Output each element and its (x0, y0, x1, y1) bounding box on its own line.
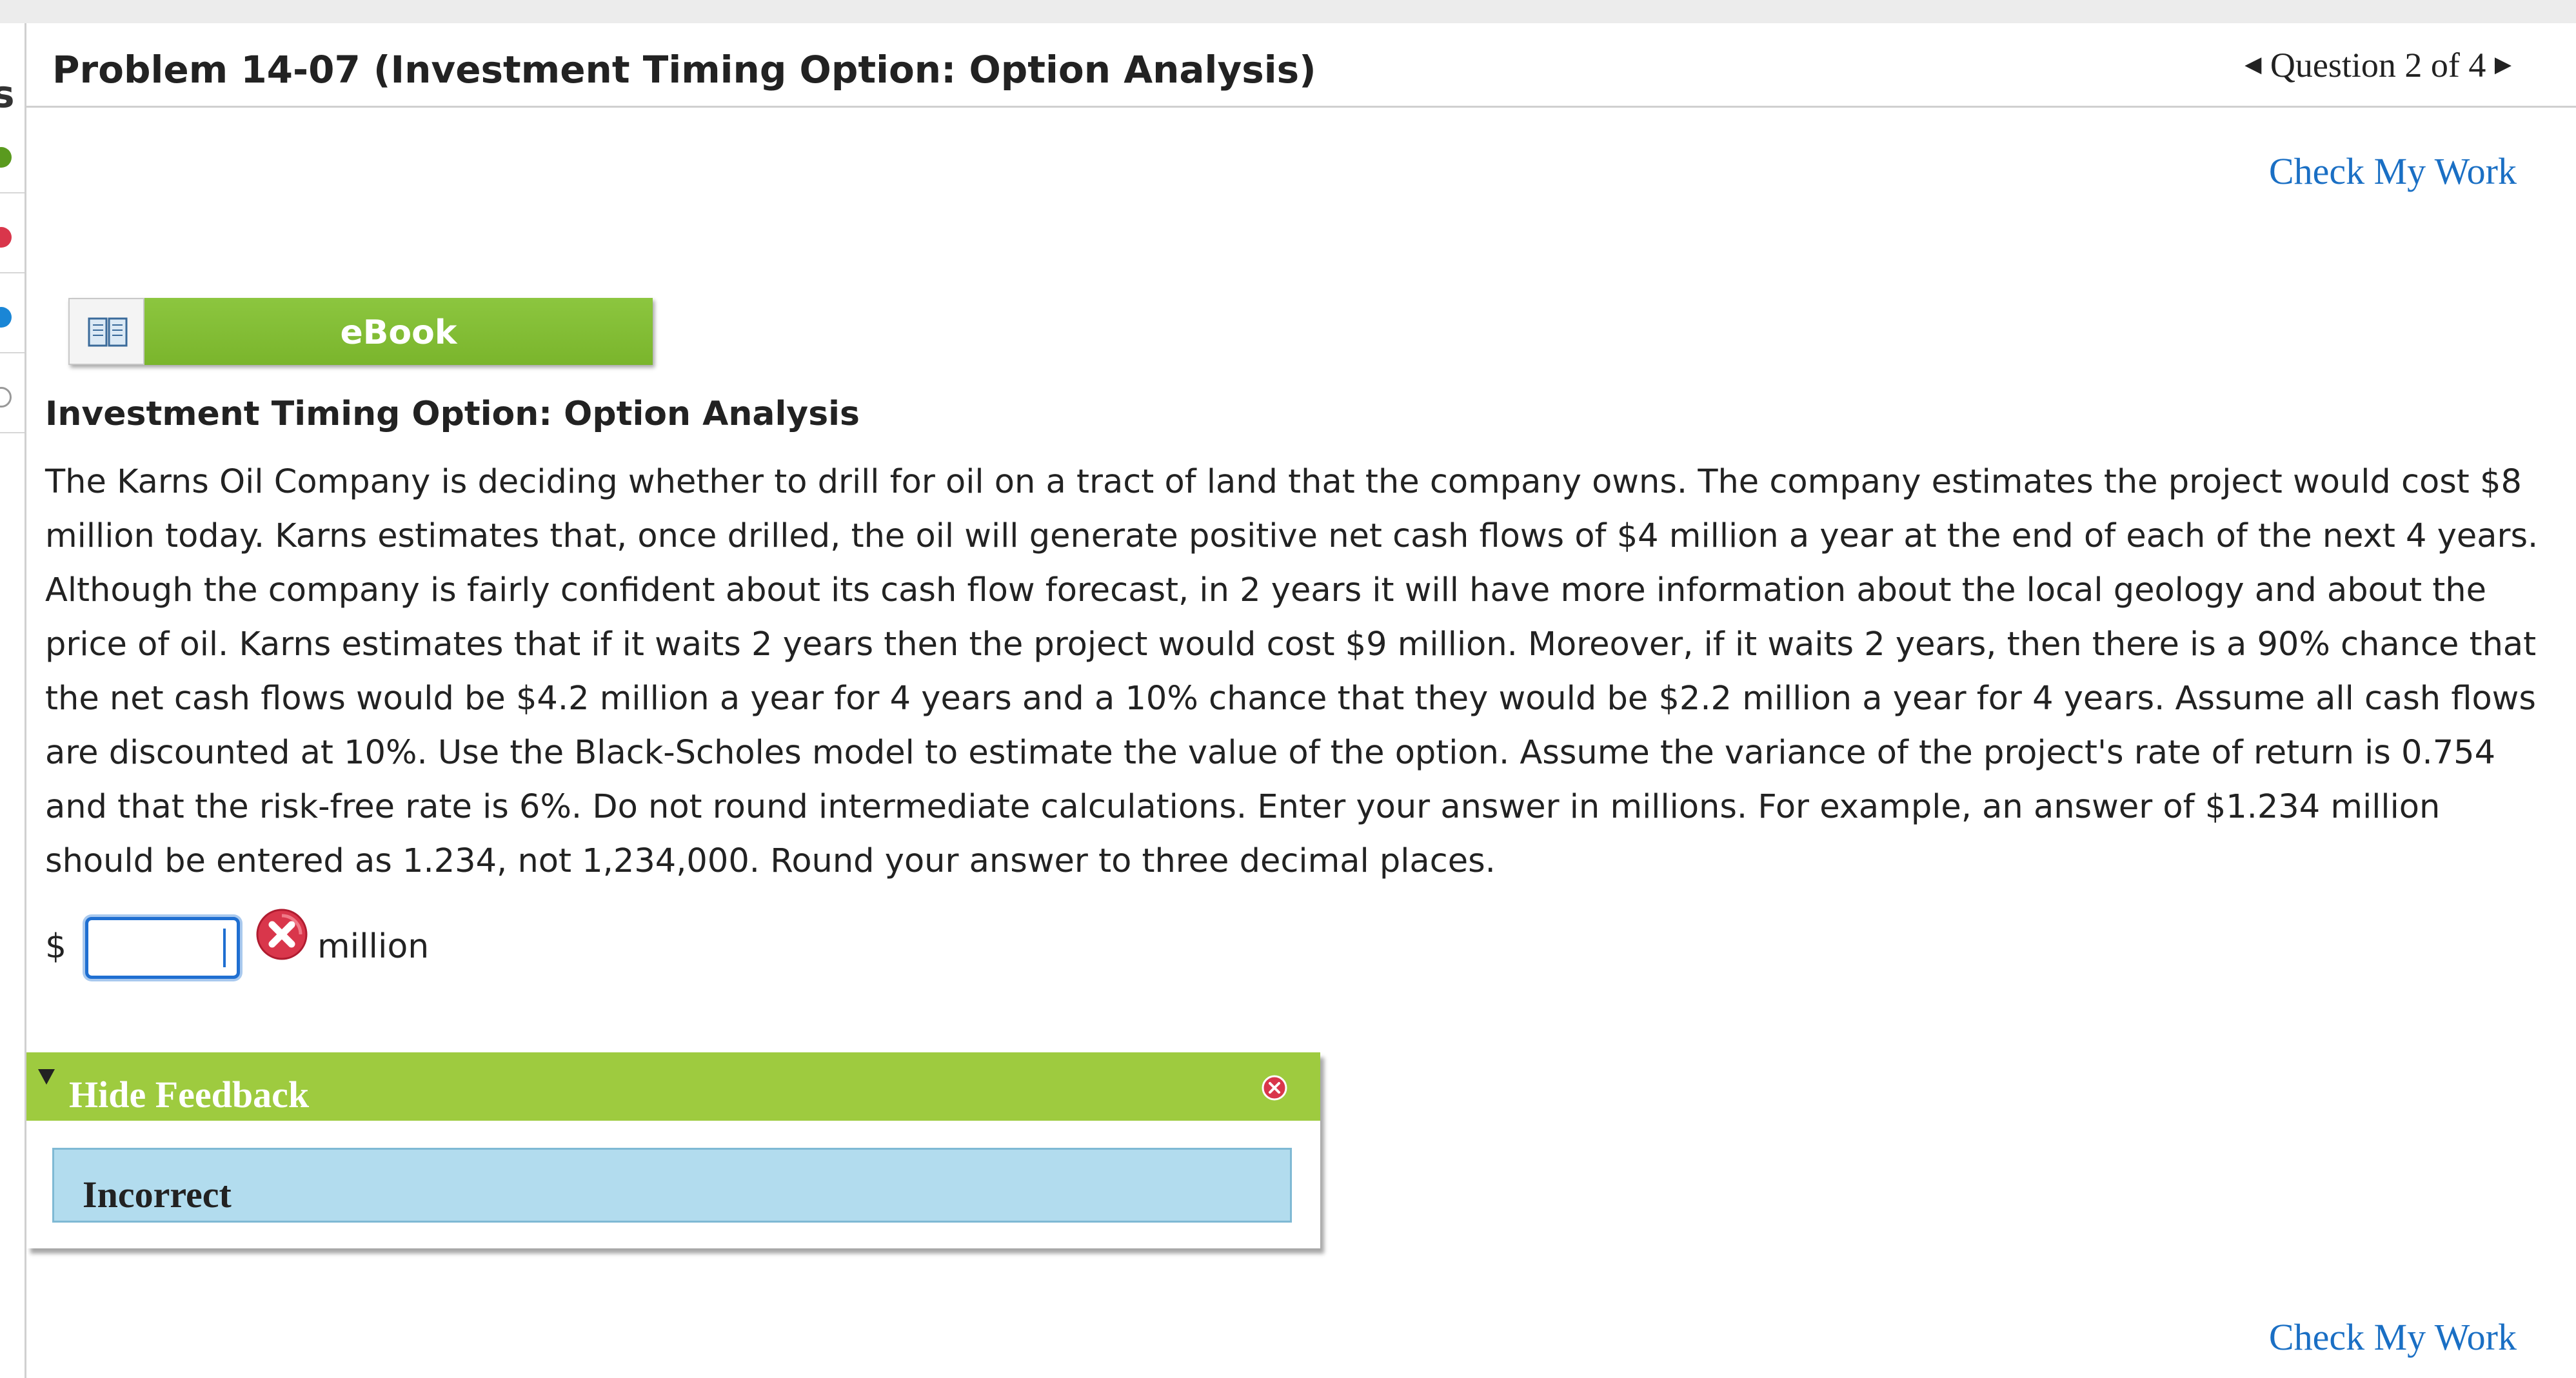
answer-row: $ million (45, 909, 561, 981)
rail-divider (0, 192, 25, 193)
problem-heading: Investment Timing Option: Option Analysi… (45, 395, 860, 433)
currency-symbol: $ (45, 927, 67, 966)
status-dot-unanswered[interactable] (0, 387, 12, 408)
status-dot-incorrect[interactable] (0, 227, 12, 248)
answer-unit: million (317, 927, 430, 966)
status-dot-correct[interactable] (0, 147, 12, 168)
status-dot-current[interactable] (0, 307, 12, 328)
prev-question-icon[interactable]: ◀ (2244, 52, 2261, 77)
feedback-header[interactable]: Hide Feedback (26, 1052, 1320, 1121)
check-my-work-link-bottom[interactable]: Check My Work (2269, 1315, 2517, 1359)
feedback-panel: Hide Feedback Incorrect (26, 1052, 1320, 1248)
answer-input[interactable] (85, 917, 240, 979)
feedback-result-text: Incorrect (83, 1174, 232, 1216)
rail-partial-label: s (0, 72, 15, 116)
text-cursor (223, 929, 226, 967)
problem-header: Problem 14-07 (Investment Timing Option:… (26, 23, 2576, 108)
question-counter: Question 2 of 4 (2270, 46, 2486, 84)
check-my-work-link-top[interactable]: Check My Work (2269, 150, 2517, 193)
next-question-icon[interactable]: ▶ (2495, 52, 2512, 77)
ebook-button-face[interactable]: eBook (144, 298, 653, 365)
close-icon[interactable] (1261, 1074, 1288, 1101)
question-status-rail: s (0, 23, 26, 1378)
problem-statement: The Karns Oil Company is deciding whethe… (45, 463, 2539, 880)
collapse-triangle-icon[interactable] (38, 1069, 55, 1085)
book-icon (88, 317, 128, 347)
incorrect-x-icon (256, 909, 308, 960)
ebook-label: eBook (340, 313, 457, 352)
question-navigator: ◀ Question 2 of 4 ▶ (2244, 45, 2512, 85)
rail-divider (0, 352, 25, 353)
hide-feedback-toggle[interactable]: Hide Feedback (69, 1073, 309, 1116)
page-title: Problem 14-07 (Investment Timing Option:… (52, 48, 1316, 92)
feedback-result-box: Incorrect (52, 1148, 1292, 1223)
rail-divider (0, 432, 25, 433)
ebook-button[interactable]: eBook (68, 298, 653, 365)
rail-divider (0, 272, 25, 273)
ebook-icon-box (68, 298, 144, 365)
top-strip (0, 0, 2576, 23)
